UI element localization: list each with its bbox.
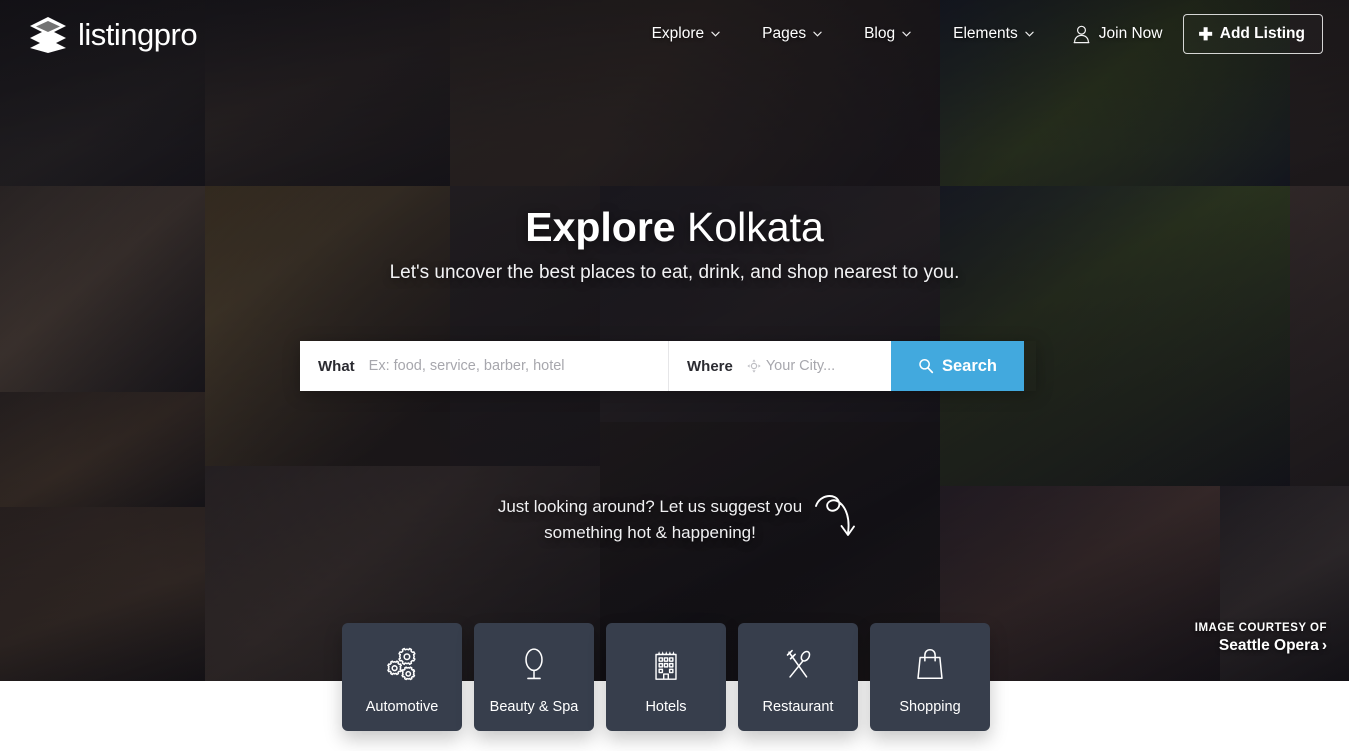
curved-arrow-icon xyxy=(815,495,855,536)
what-field-wrapper: What xyxy=(300,341,669,391)
stacked-layers-icon xyxy=(30,17,66,53)
brand-logo[interactable]: listingpro xyxy=(28,15,198,53)
nav-item-blog[interactable]: Blog xyxy=(843,25,932,43)
page-title-city: Kolkata xyxy=(687,204,824,250)
suggest-text: Just looking around? Let us suggest you … xyxy=(450,494,850,547)
chevron-down-icon xyxy=(1025,31,1034,37)
category-card-restaurant[interactable]: Restaurant xyxy=(738,623,858,731)
category-label: Restaurant xyxy=(762,699,834,715)
category-label: Shopping xyxy=(899,699,961,715)
category-cards: Automotive Beauty & Spa Hotels Restauran… xyxy=(342,623,990,731)
suggest-line-2: something hot & happening! xyxy=(544,523,756,543)
suggest-line-1: Just looking around? Let us suggest you xyxy=(497,497,803,516)
what-label: What xyxy=(318,357,355,375)
courtesy-name-label: Seattle Opera xyxy=(1218,637,1319,654)
nav-item-pages[interactable]: Pages xyxy=(741,25,843,43)
nav-label: Elements xyxy=(953,25,1018,42)
mosaic-tile xyxy=(0,392,205,507)
image-courtesy: IMAGE COURTESY OF Seattle Opera › xyxy=(1195,622,1327,655)
search-button[interactable]: Search xyxy=(891,341,1024,391)
where-label: Where xyxy=(687,357,733,375)
search-bar: What Where Search xyxy=(300,341,1036,391)
nav-item-explore[interactable]: Explore xyxy=(631,25,742,43)
join-now-label: Join Now xyxy=(1098,25,1163,42)
chevron-right-icon: › xyxy=(1321,637,1327,654)
hero-subtitle: Let's uncover the best places to eat, dr… xyxy=(389,262,960,283)
join-now-link[interactable]: Join Now xyxy=(1055,25,1177,44)
add-listing-button[interactable]: ✚ Add Listing xyxy=(1182,14,1323,54)
brand-name: listingpro xyxy=(78,16,198,52)
search-what-input[interactable] xyxy=(368,358,650,374)
page-title-bold: Explore xyxy=(525,204,676,250)
shopping-bag-icon xyxy=(917,648,943,680)
crosshair-location-icon[interactable] xyxy=(747,359,761,373)
category-card-shopping[interactable]: Shopping xyxy=(870,623,990,731)
nav-item-elements[interactable]: Elements xyxy=(932,25,1055,43)
gears-icon xyxy=(387,647,416,681)
hero-section: listingpro Explore Pages Blog Elements J… xyxy=(0,0,1349,681)
vanity-mirror-icon xyxy=(525,648,543,680)
category-card-hotels[interactable]: Hotels xyxy=(606,623,726,731)
category-card-automotive[interactable]: Automotive xyxy=(342,623,462,731)
courtesy-prefix: IMAGE COURTESY OF xyxy=(1194,622,1327,634)
page-title: Explore Kolkata xyxy=(0,204,1349,251)
magnifier-icon xyxy=(919,358,934,374)
chevron-down-icon xyxy=(711,31,720,37)
category-label: Hotels xyxy=(645,699,687,715)
chevron-down-icon xyxy=(813,31,822,37)
nav-label: Pages xyxy=(762,25,807,42)
hotel-building-icon xyxy=(655,651,677,680)
main-navigation: Explore Pages Blog Elements Join Now ✚ A… xyxy=(631,14,1323,54)
site-header: listingpro Explore Pages Blog Elements J… xyxy=(0,0,1349,68)
mosaic-tile xyxy=(0,507,205,681)
courtesy-link[interactable]: Seattle Opera › xyxy=(1195,637,1327,655)
search-where-input[interactable] xyxy=(765,358,873,374)
where-field-wrapper: Where xyxy=(669,341,891,391)
add-listing-label: Add Listing xyxy=(1219,25,1305,42)
user-icon xyxy=(1073,25,1090,43)
category-card-beauty-spa[interactable]: Beauty & Spa xyxy=(474,623,594,731)
nav-label: Blog xyxy=(864,25,896,42)
nav-label: Explore xyxy=(651,25,705,42)
category-label: Automotive xyxy=(365,699,439,715)
fork-spoon-crossed-icon xyxy=(786,649,811,678)
plus-icon: ✚ xyxy=(1198,24,1213,44)
search-button-label: Search xyxy=(941,356,998,375)
chevron-down-icon xyxy=(902,31,911,37)
category-label: Beauty & Spa xyxy=(489,699,579,715)
